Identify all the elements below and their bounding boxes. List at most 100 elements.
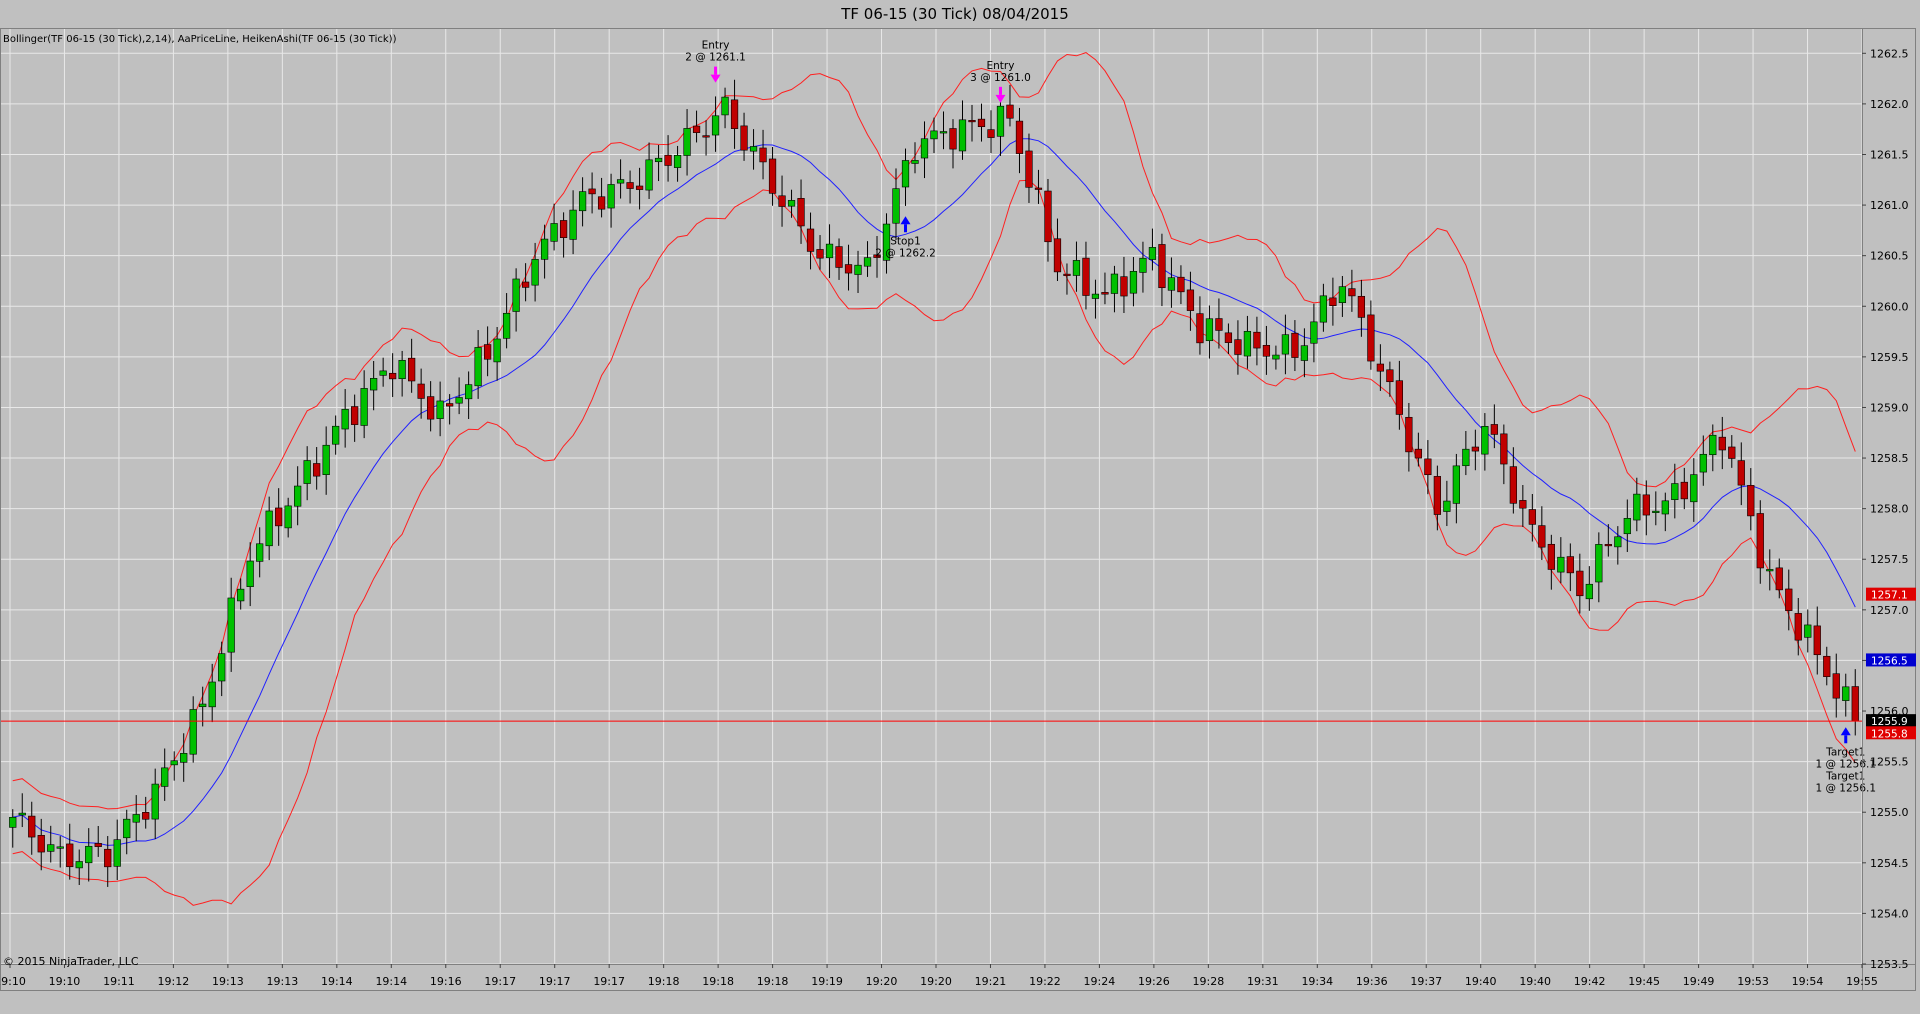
x-tick-label: 19:20: [920, 975, 952, 988]
candle-body: [208, 681, 216, 708]
candle-body: [1272, 354, 1280, 360]
candle-body: [1167, 277, 1176, 291]
stop-arrow-stem: [904, 224, 908, 233]
candle-body: [1842, 686, 1850, 701]
candle-body: [892, 188, 900, 224]
candle-body: [683, 128, 691, 156]
chart-canvas[interactable]: Entry2 @ 1261.1Stop12 @ 1262.2Entry3 @ 1…: [0, 0, 1920, 1014]
candle-body: [939, 131, 948, 134]
candle-body: [94, 843, 102, 847]
candle-body: [1823, 655, 1831, 677]
candle-body: [161, 767, 169, 787]
candle-body: [1766, 569, 1774, 572]
candle-body: [465, 384, 473, 400]
y-tick-label: 1257.5: [1870, 553, 1909, 566]
candle-body: [28, 815, 36, 838]
y-tick-label: 1257.0: [1870, 604, 1909, 617]
annotation-text: Entry: [987, 60, 1015, 72]
y-tick-label: 1260.0: [1870, 300, 1909, 313]
candle-body: [1490, 424, 1498, 435]
x-tick-label: 19:28: [1193, 975, 1225, 988]
candle-body: [1053, 238, 1062, 273]
candle-body: [1832, 673, 1840, 699]
candle-body: [1120, 276, 1128, 297]
x-tick-label: 19:40: [1465, 975, 1497, 988]
candle-body: [958, 119, 967, 152]
candle-body: [1034, 187, 1043, 190]
candle-body: [1262, 345, 1271, 357]
candle-body: [1462, 448, 1470, 467]
candle-body: [854, 264, 862, 275]
candle-body: [654, 157, 663, 163]
x-tick-label: 19:17: [593, 975, 625, 988]
x-tick-label: 19:24: [1084, 975, 1116, 988]
candle-body: [322, 444, 330, 475]
x-tick-label: 19:45: [1628, 975, 1660, 988]
y-tick-label: 1255.5: [1870, 756, 1909, 769]
x-tick-label: 19:16: [430, 975, 462, 988]
candle-body: [920, 138, 929, 159]
candle-body: [616, 179, 625, 184]
candle-body: [1595, 544, 1603, 583]
candle-body: [1015, 120, 1024, 154]
candle-body: [1357, 295, 1366, 318]
candle-body: [1395, 380, 1403, 415]
candle-body: [730, 99, 739, 129]
candle-body: [626, 182, 634, 189]
candle-body: [389, 372, 397, 380]
candle-body: [1481, 426, 1489, 455]
annotation-text: 3 @ 1261.0: [970, 72, 1031, 84]
candle-body: [1452, 465, 1460, 504]
y-tick-label: 1259.5: [1870, 351, 1909, 364]
candle-body: [66, 843, 74, 868]
candle-body: [1576, 570, 1584, 597]
candle-body: [597, 196, 606, 210]
candle-body: [778, 195, 786, 207]
candle-body: [75, 861, 83, 869]
x-tick-label: 19:10: [0, 975, 26, 988]
candle-body: [180, 753, 188, 763]
candle-body: [1566, 556, 1574, 574]
candle-body: [1376, 363, 1385, 372]
candle-body: [1557, 556, 1565, 573]
candle-body: [1205, 318, 1214, 342]
copyright-text: © 2015 NinjaTrader, LLC: [3, 955, 139, 968]
candle-body: [1652, 510, 1660, 513]
price-label-text: 1256.5: [1871, 655, 1908, 667]
candle-body: [284, 505, 292, 529]
candle-body: [189, 709, 197, 755]
chart-window[interactable]: Entry 2 @ 1261.1 Stop1 2 @ 1262.2 Entry 3 @ 1…: [0, 0, 1920, 1014]
candle-body: [1519, 500, 1527, 509]
candle-body: [844, 264, 853, 274]
x-tick-label: 19:12: [158, 975, 190, 988]
candle-body: [275, 507, 283, 527]
candle-body: [1186, 289, 1195, 311]
candle-body: [408, 357, 416, 382]
candle-body: [635, 185, 644, 190]
candle-body: [1253, 331, 1261, 349]
candle-body: [237, 588, 245, 602]
x-tick-label: 19:26: [1138, 975, 1170, 988]
candle-body: [1110, 273, 1119, 294]
candle-body: [702, 135, 710, 138]
candle-body: [1747, 485, 1755, 517]
candle-body: [1642, 494, 1650, 516]
candle-body: [1433, 476, 1441, 515]
candle-body: [436, 400, 444, 419]
candle-body: [132, 814, 140, 823]
candle-body: [1082, 257, 1090, 296]
candle-body: [370, 378, 378, 391]
candle-body: [1405, 416, 1413, 453]
x-tick-label: 19:22: [1029, 975, 1061, 988]
annotation-text: 2 @ 1261.1: [685, 52, 746, 64]
candle-body: [721, 96, 729, 116]
candle-body: [1547, 543, 1555, 570]
candle-body: [303, 460, 311, 484]
candle-body: [104, 848, 112, 868]
price-label-text: 1255.8: [1871, 728, 1908, 740]
candle-body: [996, 105, 1005, 137]
annotation-text: 1 @ 1256.1: [1815, 758, 1876, 770]
candle-body: [1623, 518, 1631, 535]
candle-body: [578, 191, 587, 212]
candle-body: [1177, 276, 1185, 293]
